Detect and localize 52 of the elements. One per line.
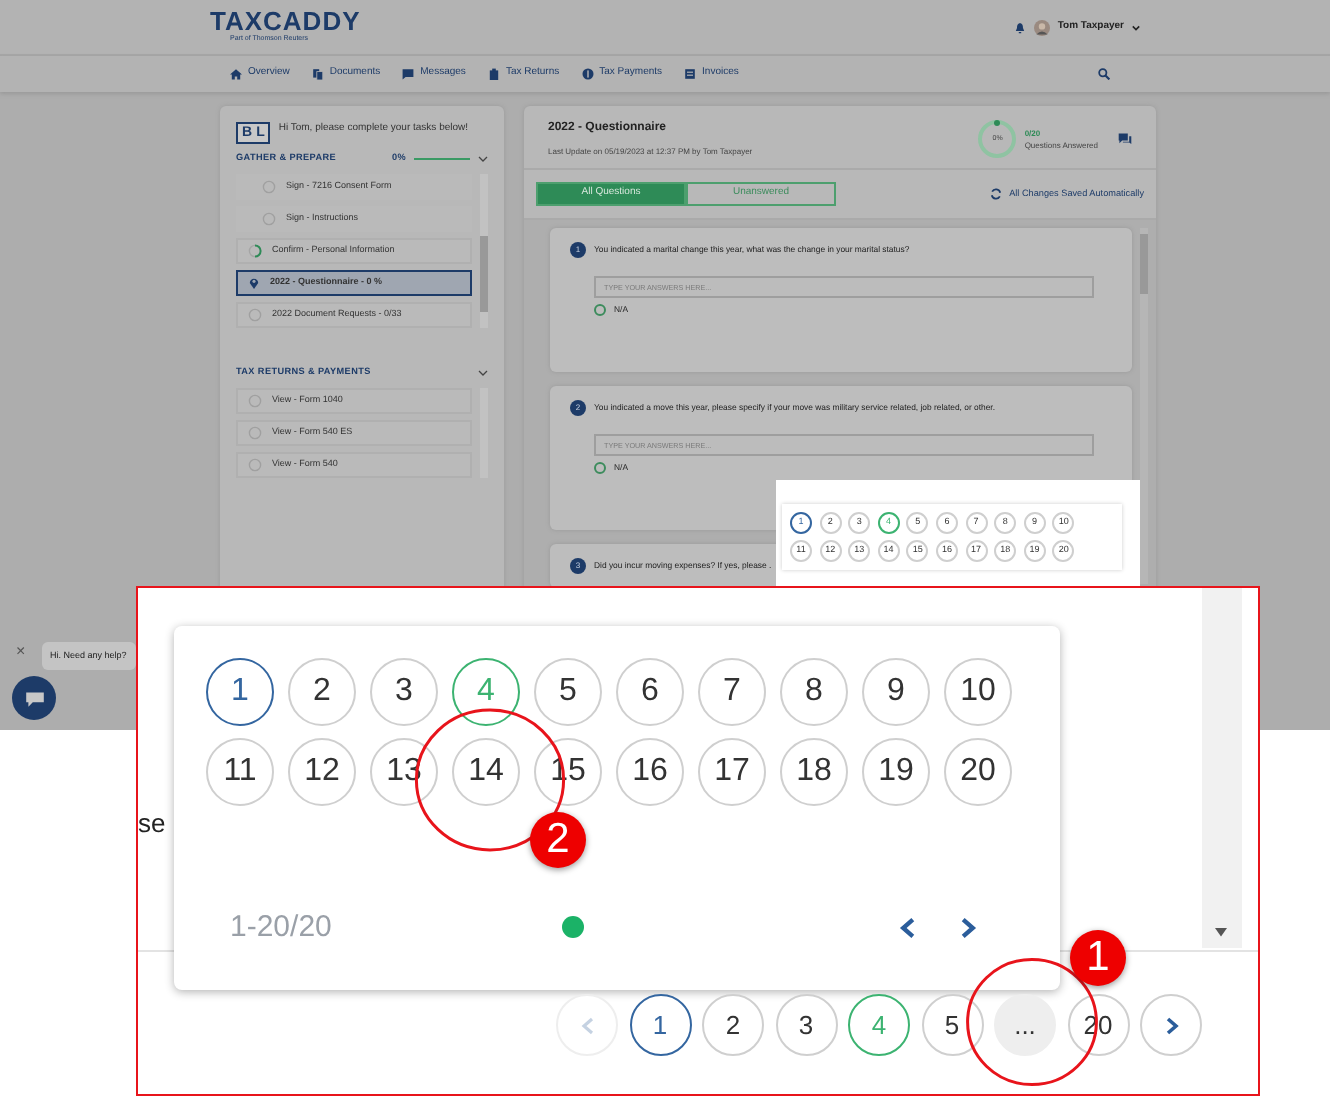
page-number-button[interactable]: 20	[944, 738, 1012, 806]
scrollbar[interactable]	[1140, 228, 1148, 584]
avatar-icon[interactable]	[1033, 19, 1050, 35]
page-number-button[interactable]: 5	[921, 994, 983, 1056]
chevron-icon[interactable]	[478, 153, 488, 164]
more-pages-button[interactable]: ...	[994, 994, 1056, 1056]
chevron-icon[interactable]	[478, 367, 488, 378]
page-number-button[interactable]: 18	[780, 738, 848, 806]
chat-icon[interactable]	[1118, 132, 1132, 146]
chevron-right-icon[interactable]	[956, 913, 980, 942]
page-number-button[interactable]: 14	[452, 738, 520, 806]
chevron-right-icon	[1161, 1013, 1181, 1037]
page-number-button[interactable]: 2	[288, 658, 356, 726]
radio-button[interactable]	[594, 304, 606, 317]
invoice-icon	[684, 68, 697, 80]
page-number-button[interactable]: 6	[616, 658, 684, 726]
clipboard-icon	[487, 68, 500, 80]
page-indicator-dot[interactable]	[561, 916, 584, 939]
speech-bubble-icon	[23, 687, 45, 709]
coin-icon	[581, 68, 594, 80]
logo[interactable]: TAXCADDY	[210, 8, 361, 35]
page-number-button[interactable]: 16	[616, 738, 684, 806]
progress-line	[414, 157, 470, 161]
scroll-down-icon[interactable]	[1212, 928, 1230, 940]
page-number-button[interactable]: 3	[370, 658, 438, 726]
radio-button[interactable]	[594, 462, 606, 475]
page-number-button[interactable]: 17	[698, 738, 766, 806]
range-text: 1-20/20	[230, 907, 332, 947]
page-number-button[interactable]: 10	[944, 658, 1012, 726]
step-marker: 1	[1070, 930, 1126, 986]
page-number-button[interactable]: 5	[534, 658, 602, 726]
page-number-button[interactable]: 2	[702, 994, 764, 1056]
documents-icon	[311, 68, 324, 80]
page-number-button[interactable]: 8	[780, 658, 848, 726]
home-icon	[230, 68, 242, 80]
caret-icon[interactable]	[1132, 23, 1140, 31]
chat-bubble-icon	[402, 68, 415, 80]
page-number-button[interactable]: 7	[698, 658, 766, 726]
chevron-left-icon[interactable]	[896, 913, 920, 942]
page-number-button[interactable]: 12	[288, 738, 356, 806]
page-number-button[interactable]: 9	[862, 658, 930, 726]
page-number-button[interactable]: 19	[862, 738, 930, 806]
chevron-left-icon	[577, 1013, 597, 1037]
scrollbar[interactable]	[1202, 588, 1242, 948]
bell-icon[interactable]	[1013, 21, 1026, 33]
page-number-button[interactable]: 1	[629, 994, 691, 1056]
search-icon[interactable]	[1098, 68, 1110, 80]
question-text: se	[138, 806, 166, 842]
page-number-button[interactable]: 3	[775, 994, 837, 1056]
sync-icon	[989, 187, 1002, 200]
page-number-button[interactable]: 1	[206, 658, 274, 726]
page-number-button[interactable]: 11	[206, 738, 274, 806]
